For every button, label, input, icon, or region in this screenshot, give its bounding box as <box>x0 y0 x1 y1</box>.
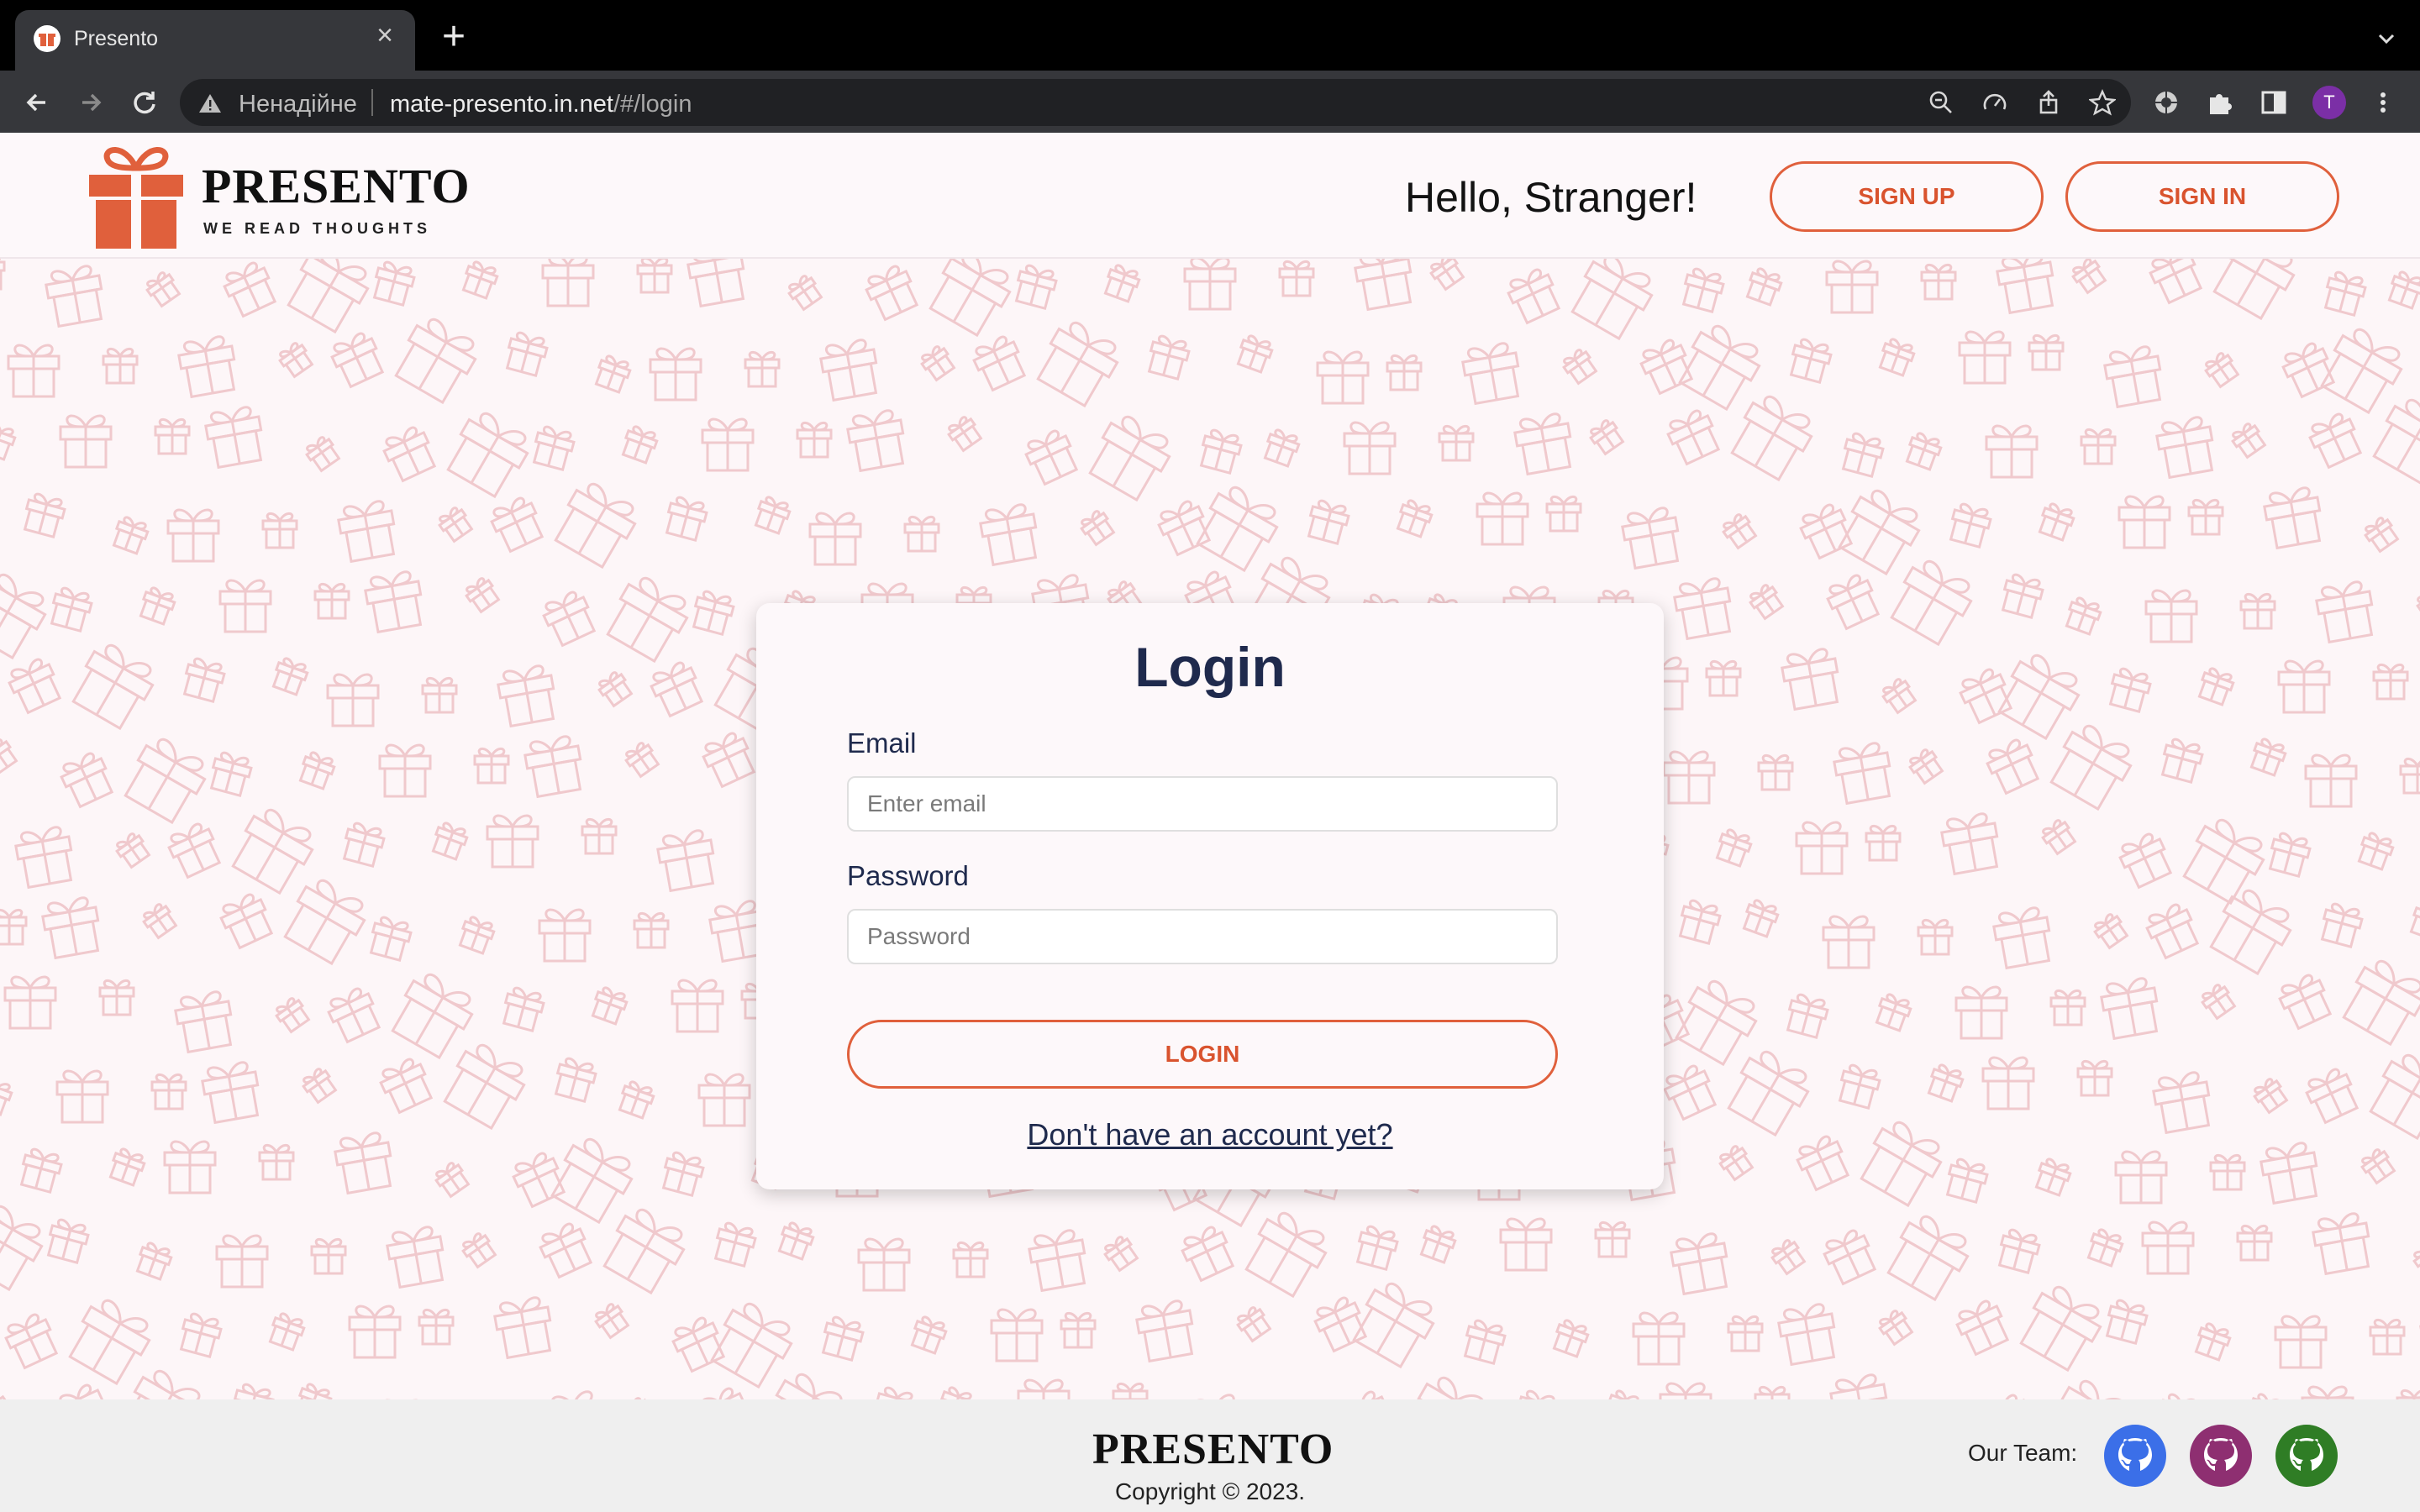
omnibox-divider <box>371 89 373 116</box>
site-logo-text[interactable]: PRESENTO <box>202 158 471 214</box>
profile-avatar[interactable]: T <box>2312 86 2346 119</box>
url-host: mate-presento.in.net <box>390 91 613 118</box>
greeting-text: Hello, Stranger! <box>1405 174 1697 221</box>
extension-aperture-icon[interactable] <box>2151 87 2181 118</box>
gift-logo-icon[interactable] <box>87 143 185 249</box>
copyright-text: Copyright © 2023. <box>1114 1478 1306 1504</box>
browser-tab-bar: Presento × + <box>0 0 2420 71</box>
tab-close-icon[interactable]: × <box>370 20 400 50</box>
chevron-down-icon[interactable] <box>2371 24 2402 54</box>
browser-toolbar: Ненадійне mate-presento.in.net/#/login T <box>0 71 2420 133</box>
team-label: Our Team: <box>1968 1440 2078 1466</box>
site-tagline: WE READ THOUGHTS <box>203 220 431 237</box>
email-input[interactable] <box>847 776 1558 832</box>
bookmark-star-icon[interactable] <box>2087 89 2118 116</box>
email-label: Email <box>847 727 917 759</box>
security-status-label: Ненадійне <box>239 91 357 118</box>
tab-title: Presento <box>74 27 159 50</box>
password-label: Password <box>847 860 969 891</box>
password-input[interactable] <box>847 909 1558 964</box>
signup-link[interactable]: Don't have an account yet? <box>756 1117 1664 1152</box>
footer-logo-text: PRESENTO <box>1092 1425 1334 1473</box>
login-card: Login Email Password LOGIN Don't have an… <box>756 603 1664 1189</box>
reload-icon[interactable] <box>128 86 161 119</box>
new-tab-button[interactable]: + <box>435 17 472 57</box>
warning-triangle-icon[interactable] <box>198 92 222 114</box>
address-bar[interactable]: Ненадійне mate-presento.in.net/#/login <box>180 79 2131 126</box>
share-icon[interactable] <box>2035 89 2062 116</box>
forward-arrow-icon[interactable] <box>74 86 108 119</box>
gift-favicon-icon <box>34 25 60 52</box>
back-arrow-icon[interactable] <box>20 86 54 119</box>
extensions-puzzle-icon[interactable] <box>2205 87 2235 118</box>
url-path: /#/login <box>613 91 692 118</box>
github-icon[interactable] <box>2190 1425 2252 1487</box>
login-button[interactable]: LOGIN <box>847 1020 1558 1089</box>
site-footer: PRESENTO Copyright © 2023. Our Team: <box>0 1399 2420 1512</box>
github-icon[interactable] <box>2104 1425 2166 1487</box>
sign-in-button[interactable]: SIGN IN <box>2065 161 2339 232</box>
side-panel-icon[interactable] <box>2259 87 2289 118</box>
performance-gauge-icon[interactable] <box>1981 89 2008 116</box>
kebab-menu-icon[interactable] <box>2368 87 2398 118</box>
site-header: PRESENTO WE READ THOUGHTS Hello, Strange… <box>0 133 2420 259</box>
login-title: Login <box>1134 636 1286 698</box>
browser-tab[interactable]: Presento × <box>15 10 415 71</box>
sign-up-button[interactable]: SIGN UP <box>1770 161 2044 232</box>
zoom-out-icon[interactable] <box>1928 89 1954 116</box>
main-content: Login Email Password LOGIN Don't have an… <box>0 259 2420 1399</box>
url-text: mate-presento.in.net/#/login <box>390 91 692 118</box>
github-icon[interactable] <box>2275 1425 2338 1487</box>
